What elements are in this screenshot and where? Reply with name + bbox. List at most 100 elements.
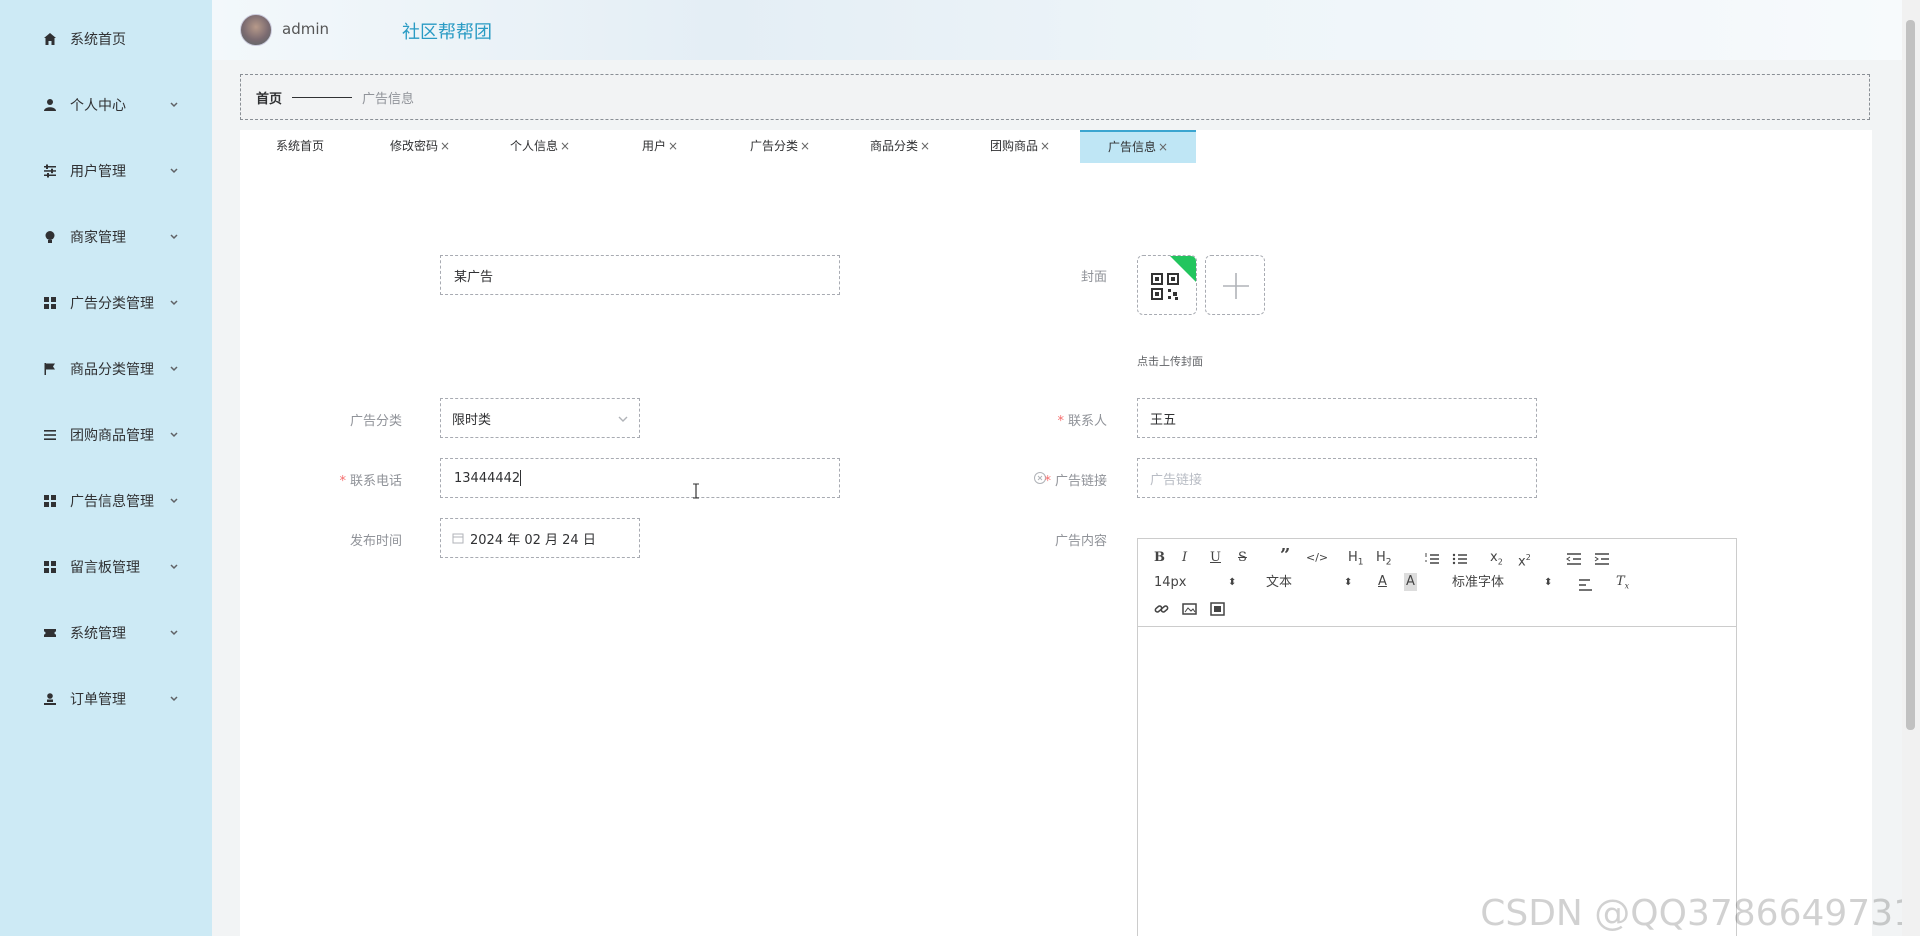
site-title: 社区帮帮团 xyxy=(402,22,492,43)
sidebar-item-label: 留言板管理 xyxy=(70,560,140,576)
date-value: 2024 年 02 月 24 日 xyxy=(470,532,596,548)
sidebar-item-7[interactable]: 广告信息管理 xyxy=(0,468,212,534)
grid-icon xyxy=(42,295,58,311)
sidebar-item-6[interactable]: 团购商品管理 xyxy=(0,402,212,468)
sidebar: 系统首页个人中心 用户管理 商家管理 广告分类管理 商品分类管理团购商品管理广告信息管理… xyxy=(0,0,212,936)
tab-7[interactable]: 广告信息 × xyxy=(1080,130,1196,163)
grid-icon xyxy=(42,559,58,575)
font-color-icon[interactable]: A xyxy=(1378,573,1387,591)
category-select[interactable]: 限时类 xyxy=(440,398,640,438)
chevron-down-icon xyxy=(168,165,180,177)
sidebar-item-5[interactable]: 商品分类管理 xyxy=(0,336,212,402)
close-icon[interactable]: × xyxy=(440,139,450,153)
header-select[interactable]: 文本 xyxy=(1266,574,1292,592)
contact-label: * 联系人 xyxy=(1057,414,1107,429)
ticket-icon xyxy=(42,625,58,641)
avatar[interactable] xyxy=(240,14,272,46)
font-family-select[interactable]: 标准字体 xyxy=(1452,574,1504,592)
content-label: 广告内容 xyxy=(1054,534,1107,549)
code-block-icon[interactable]: </> xyxy=(1306,549,1328,567)
sidebar-item-label: 系统首页 xyxy=(70,32,126,48)
chevron-down-icon xyxy=(168,297,180,309)
tab-3[interactable]: 用户 × xyxy=(600,130,720,163)
tab-5[interactable]: 商品分类 × xyxy=(840,130,960,163)
scrollbar-thumb[interactable] xyxy=(1906,20,1915,730)
top-header: admin 社区帮帮团 xyxy=(212,0,1902,60)
calendar-icon xyxy=(452,533,464,544)
page-scrollbar[interactable] xyxy=(1902,0,1920,936)
header-2-icon[interactable]: H2 xyxy=(1376,549,1392,568)
tab-4[interactable]: 广告分类 × xyxy=(720,130,840,163)
header-arrows-icon: ⬍ xyxy=(1344,577,1353,588)
close-icon[interactable]: × xyxy=(560,139,570,153)
editor-content-area[interactable] xyxy=(1138,627,1736,936)
tab-6[interactable]: 团购商品 × xyxy=(960,130,1080,163)
sidebar-item-1[interactable]: 个人中心 xyxy=(0,72,212,138)
upload-button[interactable] xyxy=(1205,255,1265,315)
close-icon[interactable]: × xyxy=(1040,139,1050,153)
phone-value: 13444442 xyxy=(454,470,521,486)
chevron-down-icon xyxy=(168,627,180,639)
username[interactable]: admin xyxy=(282,20,329,38)
date-picker[interactable]: 2024 年 02 月 24 日 xyxy=(440,518,640,558)
tab-0[interactable]: 系统首页 xyxy=(240,130,360,163)
strike-icon[interactable]: S xyxy=(1238,549,1247,567)
text-caret xyxy=(520,470,522,486)
indent-icon[interactable] xyxy=(1594,550,1610,568)
header-1-icon[interactable]: H1 xyxy=(1348,549,1364,568)
sidebar-item-8[interactable]: 留言板管理 xyxy=(0,534,212,600)
outdent-icon[interactable] xyxy=(1566,550,1582,568)
tab-label: 个人信息 xyxy=(509,139,558,153)
underline-icon[interactable]: U xyxy=(1210,549,1221,567)
tab-label: 团购商品 xyxy=(989,139,1038,153)
chevron-down-icon xyxy=(168,231,180,243)
sliders-icon xyxy=(42,163,58,179)
contact-input[interactable]: 王五 xyxy=(1137,398,1537,438)
font-family-arrows-icon: ⬍ xyxy=(1544,577,1553,588)
editor-toolbar: B I U S ” </> H1 H2 x2 x2 14px ⬍ 文本 ⬍ A … xyxy=(1138,539,1736,627)
clear-format-icon[interactable]: Tx xyxy=(1616,573,1629,591)
subscript-icon[interactable]: x2 xyxy=(1490,549,1503,567)
tab-2[interactable]: 个人信息 × xyxy=(480,130,600,163)
close-icon[interactable]: × xyxy=(668,139,678,153)
sidebar-item-label: 团购商品管理 xyxy=(70,428,154,444)
sidebar-item-3[interactable]: 商家管理 xyxy=(0,204,212,270)
blockquote-icon[interactable]: ” xyxy=(1280,547,1290,565)
sidebar-item-2[interactable]: 用户管理 xyxy=(0,138,212,204)
close-icon[interactable]: × xyxy=(920,139,930,153)
title-input[interactable]: 某广告 xyxy=(440,255,840,295)
close-icon[interactable]: × xyxy=(1158,140,1168,154)
link-icon[interactable] xyxy=(1154,600,1169,618)
bold-icon[interactable]: B xyxy=(1154,549,1165,567)
cover-image[interactable] xyxy=(1137,255,1197,315)
tab-1[interactable]: 修改密码 × xyxy=(360,130,480,163)
chevron-down-icon xyxy=(168,495,180,507)
superscript-icon[interactable]: x2 xyxy=(1518,549,1531,569)
ordered-list-icon[interactable] xyxy=(1424,550,1440,568)
italic-icon[interactable]: I xyxy=(1182,549,1187,567)
sidebar-item-0[interactable]: 系统首页 xyxy=(0,6,212,72)
flag-icon xyxy=(42,361,58,377)
breadcrumb-separator xyxy=(292,96,353,98)
video-icon[interactable] xyxy=(1210,600,1225,618)
bullet-list-icon[interactable] xyxy=(1452,550,1468,568)
tab-bar: 系统首页 修改密码 × 个人信息 × 用户 × 广告分类 × 商品分类 × 团购商品 × 广告信息 × xyxy=(240,130,1196,163)
link-input[interactable]: 广告链接 xyxy=(1137,458,1537,498)
sidebar-item-10[interactable]: 订单管理 xyxy=(0,666,212,732)
phone-input[interactable]: 13444442 xyxy=(440,458,840,498)
align-icon[interactable] xyxy=(1578,576,1594,594)
person-stamp-icon xyxy=(42,691,58,707)
font-size-select[interactable]: 14px xyxy=(1154,574,1187,592)
breadcrumb-home[interactable]: 首页 xyxy=(256,88,282,107)
tab-label: 商品分类 xyxy=(869,139,918,153)
breadcrumb: 首页 广告信息 xyxy=(240,74,1870,120)
date-label: 发布时间 xyxy=(349,534,402,549)
link-label: * 广告链接 xyxy=(1044,474,1107,489)
sidebar-item-9[interactable]: 系统管理 xyxy=(0,600,212,666)
close-icon[interactable]: × xyxy=(800,139,810,153)
image-icon[interactable] xyxy=(1182,600,1197,618)
sidebar-item-4[interactable]: 广告分类管理 xyxy=(0,270,212,336)
rich-text-editor[interactable]: B I U S ” </> H1 H2 x2 x2 14px ⬍ 文本 ⬍ A … xyxy=(1137,538,1737,936)
cover-hint: 点击上传封面 xyxy=(1137,355,1203,368)
background-color-icon[interactable]: A xyxy=(1404,573,1417,591)
